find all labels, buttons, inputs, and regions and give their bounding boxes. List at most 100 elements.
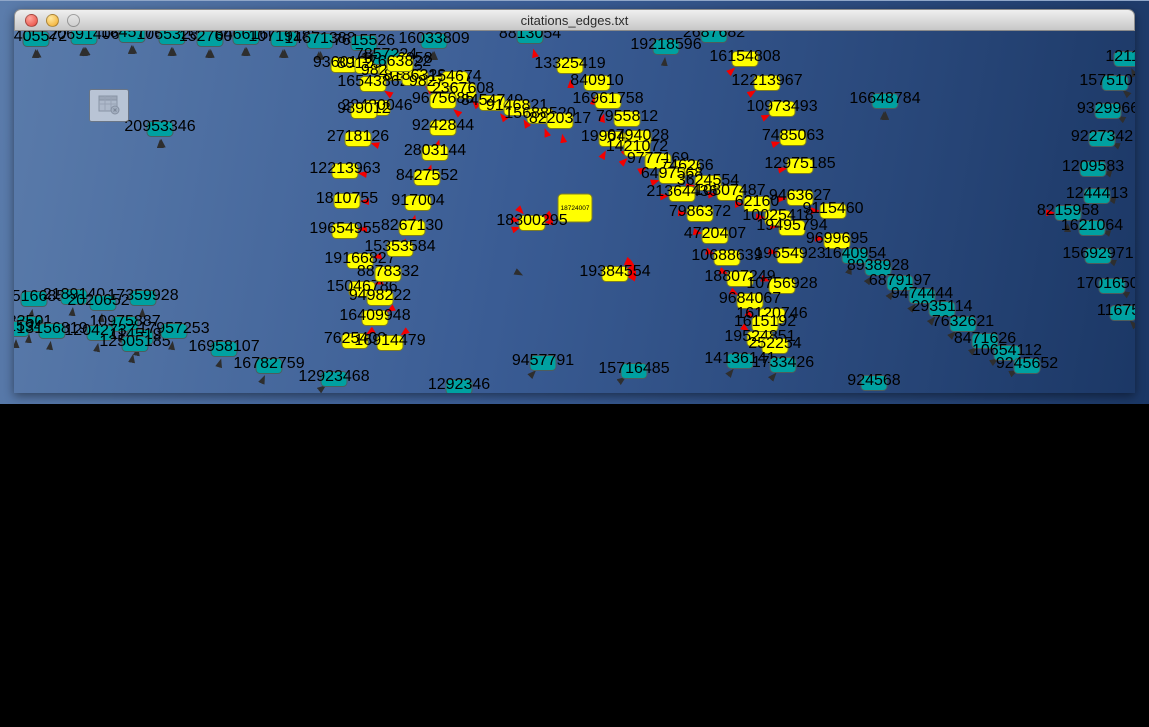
- graph-node[interactable]: 1733426: [752, 354, 814, 373]
- network-window-titlebar[interactable]: citations_edges.txt: [14, 9, 1135, 31]
- svg-text:8878332: 8878332: [357, 263, 419, 280]
- graph-node[interactable]: 1621064: [1061, 217, 1123, 236]
- graph-node[interactable]: 10973493: [746, 98, 817, 117]
- graph-node[interactable]: 16648784: [849, 90, 920, 109]
- graph-node[interactable]: 19654955: [309, 220, 380, 239]
- svg-text:9329966: 9329966: [1077, 100, 1135, 117]
- graph-node[interactable]: 19654923: [754, 245, 825, 264]
- graph-node[interactable]: 1292346: [428, 376, 490, 393]
- graph-node[interactable]: 15353584: [364, 238, 435, 257]
- graph-node[interactable]: 917004: [391, 192, 444, 211]
- graph-node[interactable]: 9457791: [512, 352, 574, 371]
- svg-text:9227342: 9227342: [1071, 128, 1133, 145]
- table-row[interactable]: 1830029562008Estimation of significance …: [0, 556, 1149, 718]
- svg-text:19384554: 19384554: [579, 263, 650, 280]
- graph-node[interactable]: 16958107: [188, 338, 259, 357]
- svg-text:15716485: 15716485: [598, 360, 669, 377]
- svg-text:917004: 917004: [391, 192, 444, 209]
- graph-node[interactable]: 7663822: [369, 53, 431, 72]
- graph-node[interactable]: 12923468: [298, 368, 369, 387]
- graph-node[interactable]: 9227342: [1071, 128, 1133, 147]
- svg-text:7485063: 7485063: [762, 127, 824, 144]
- table-row[interactable]: 911546021997Tourette syndrome. Phenomeno…: [0, 718, 1149, 727]
- graph-node[interactable]: 2803144: [404, 142, 466, 161]
- svg-text:12975185: 12975185: [764, 155, 835, 172]
- graph-node[interactable]: 16961758: [572, 90, 643, 109]
- graph-node[interactable]: 15716485: [598, 360, 669, 379]
- svg-text:1244413: 1244413: [1066, 185, 1128, 202]
- graph-node[interactable]: 12213967: [731, 72, 802, 91]
- graph-node[interactable]: 8427552: [396, 167, 458, 186]
- graph-node[interactable]: 16782759: [233, 355, 304, 374]
- svg-text:7955812: 7955812: [596, 108, 658, 125]
- graph-node[interactable]: 8220317: [529, 110, 591, 129]
- svg-text:8813054: 8813054: [499, 31, 561, 42]
- graph-node[interactable]: 9245652: [996, 355, 1058, 374]
- svg-text:16409948: 16409948: [339, 307, 410, 324]
- graph-node[interactable]: 9498222: [349, 287, 411, 306]
- cell-name: 18300295: [0, 556, 86, 574]
- graph-node[interactable]: 7955812: [596, 108, 658, 127]
- minimize-window-button[interactable]: [46, 14, 59, 27]
- graph-node[interactable]: 989012: [337, 100, 390, 119]
- graph-node[interactable]: 116753: [1097, 302, 1135, 321]
- graph-node[interactable]: 2687682: [683, 31, 745, 43]
- graph-node[interactable]: 7986372: [669, 203, 731, 222]
- graph-node[interactable]: 1209583: [1062, 158, 1124, 177]
- graph-node[interactable]: 15751074: [1079, 72, 1135, 91]
- svg-text:17016504: 17016504: [1076, 275, 1135, 292]
- svg-text:10688639: 10688639: [691, 247, 762, 264]
- graph-node[interactable]: 16409948: [339, 307, 410, 326]
- graph-node[interactable]: 4720407: [684, 225, 746, 244]
- graph-node[interactable]: 15692971: [1062, 245, 1133, 264]
- graph-node[interactable]: 2718126: [327, 128, 389, 147]
- graph-node[interactable]: 7632621: [932, 313, 994, 332]
- graph-node[interactable]: 9115460: [802, 200, 863, 219]
- close-window-button[interactable]: [25, 14, 38, 27]
- graph-node[interactable]: 17957253: [138, 320, 209, 339]
- graph-node[interactable]: 13325419: [534, 55, 605, 74]
- graph-node[interactable]: 8878332: [357, 263, 419, 282]
- svg-text:16648784: 16648784: [849, 90, 920, 107]
- cell-title: Genome-wide association studies in ADHD.: [0, 484, 477, 502]
- table-row[interactable]: 1938455462009Genome-wide association stu…: [0, 430, 1149, 556]
- graph-node[interactable]: 17016504: [1076, 275, 1135, 294]
- graph-node[interactable]: 1810755: [316, 190, 378, 209]
- graph-node[interactable]: 10688639: [691, 247, 762, 266]
- network-canvas[interactable]: 1872400718300295193845549360123891295418…: [14, 31, 1135, 398]
- graph-node[interactable]: 8267130: [381, 217, 443, 236]
- graph-node[interactable]: 16914479: [354, 332, 425, 351]
- cell-name: 9115460: [0, 718, 86, 727]
- graph-node[interactable]: 18300295: [496, 212, 567, 231]
- graph-node[interactable]: 8813054: [499, 31, 561, 44]
- svg-text:18724007: 18724007: [561, 205, 590, 212]
- graph-node[interactable]: 12213963: [309, 160, 380, 179]
- cell-out_degree: 0: [0, 646, 66, 664]
- window-controls: [25, 14, 80, 27]
- graph-node[interactable]: 17359928: [107, 287, 178, 306]
- svg-text:13325419: 13325419: [534, 55, 605, 72]
- graph-node[interactable]: 9242844: [412, 117, 474, 136]
- graph-node[interactable]: 12117: [1105, 48, 1135, 67]
- graph-node[interactable]: 20953346: [124, 118, 195, 137]
- svg-text:1292346: 1292346: [428, 376, 490, 393]
- network-window-title: citations_edges.txt: [521, 13, 629, 28]
- svg-text:2718126: 2718126: [327, 128, 389, 145]
- graph-node[interactable]: 12975185: [764, 155, 835, 174]
- network-graph: 1872400718300295193845549360123891295418…: [14, 31, 1135, 393]
- graph-node[interactable]: 924568: [847, 372, 900, 391]
- graph-node[interactable]: 16154808: [709, 48, 780, 67]
- graph-node[interactable]: 19384554: [579, 263, 650, 282]
- zoom-window-button[interactable]: [67, 14, 80, 27]
- svg-text:989012: 989012: [337, 100, 390, 117]
- graph-node[interactable]: 9329966: [1077, 100, 1135, 119]
- svg-text:7663822: 7663822: [369, 53, 431, 70]
- svg-text:116753: 116753: [1097, 302, 1135, 319]
- svg-text:12213963: 12213963: [309, 160, 380, 177]
- graph-node[interactable]: 7485063: [762, 127, 824, 146]
- graph-node[interactable]: 840910: [570, 72, 623, 91]
- graph-node[interactable]: 1244413: [1066, 185, 1128, 204]
- svg-text:16961758: 16961758: [572, 90, 643, 107]
- svg-text:1621064: 1621064: [1061, 217, 1123, 234]
- cytoscape-app: citations_edges.txt 18724007183002951938…: [0, 0, 1149, 727]
